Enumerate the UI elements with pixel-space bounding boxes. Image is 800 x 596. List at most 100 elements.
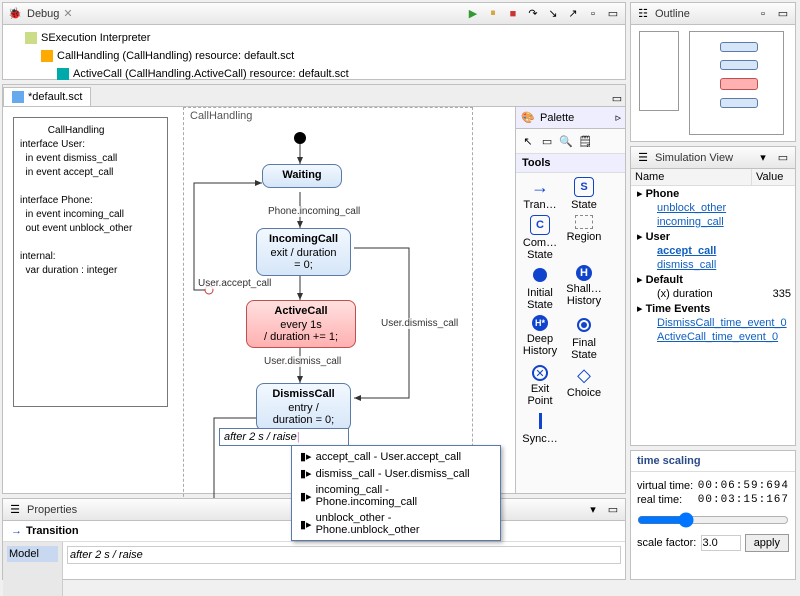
- maximize-icon[interactable]: ▭: [609, 90, 625, 106]
- maximize-icon[interactable]: ▭: [775, 150, 791, 166]
- debug-title: Debug: [27, 8, 59, 20]
- sim-row[interactable]: ▸ Time Events: [631, 301, 795, 316]
- tree-row[interactable]: ActiveCall (CallHandling.ActiveCall) res…: [9, 65, 619, 83]
- pal-shallow[interactable]: HShall… History: [564, 265, 604, 311]
- close-x[interactable]: ✕: [63, 7, 72, 20]
- pal-choice[interactable]: ◇Choice: [564, 365, 604, 407]
- time-title: time scaling: [631, 451, 795, 472]
- col-name: Name: [631, 169, 751, 185]
- pal-region[interactable]: Region: [564, 215, 604, 261]
- h-icon: H: [576, 265, 592, 281]
- file-icon: [12, 91, 24, 103]
- sim-row[interactable]: ▸ User: [631, 229, 795, 244]
- props-body: Model: [3, 542, 625, 596]
- state-waiting[interactable]: Waiting: [262, 164, 342, 188]
- pal-exit[interactable]: ✕Exit Point: [520, 365, 560, 407]
- maximize-icon[interactable]: ▭: [605, 502, 621, 518]
- state-incoming[interactable]: IncomingCall exit / duration = 0;: [256, 228, 351, 276]
- sim-tree[interactable]: ▸ Phoneunblock_otherincoming_call▸ Usera…: [631, 186, 795, 344]
- popup-item[interactable]: ▮▸incoming_call - Phone.incoming_call: [294, 482, 498, 510]
- sim-row[interactable]: (x) duration335: [631, 287, 795, 301]
- marquee-icon[interactable]: ▭: [539, 133, 555, 149]
- pal-deep[interactable]: H*Deep History: [520, 315, 560, 361]
- step-over-icon[interactable]: ↗: [565, 6, 581, 22]
- event-icon: ▮▸: [300, 450, 312, 463]
- menu-icon[interactable]: ▾: [755, 150, 771, 166]
- outline-canvas[interactable]: [631, 25, 795, 141]
- time-scaling-view: time scaling virtual time:00:06:59:694 r…: [630, 450, 796, 580]
- simulation-view: ☰ Simulation View ▾ ▭ Name Value ▸ Phone…: [630, 146, 796, 446]
- transition-label[interactable]: User.dismiss_call: [262, 356, 343, 367]
- props-tabs[interactable]: Model: [3, 542, 63, 596]
- minimize-icon[interactable]: ▫: [755, 6, 771, 22]
- transition-label[interactable]: Phone.incoming_call: [266, 206, 362, 217]
- state-body: exit / duration = 0;: [265, 247, 342, 271]
- pal-sync[interactable]: Sync…: [520, 411, 560, 445]
- initial-state[interactable]: [294, 132, 306, 144]
- hstar-icon: H*: [532, 315, 548, 331]
- editor-tabs: *default.sct ▭: [3, 85, 625, 107]
- tools-header[interactable]: Tools: [516, 154, 625, 173]
- scale-slider[interactable]: [637, 512, 789, 528]
- tree-row[interactable]: CallHandling (CallHandling) resource: de…: [9, 47, 619, 65]
- diagram-canvas[interactable]: CallHandling interface User: in event di…: [3, 107, 625, 493]
- sim-row[interactable]: accept_call: [631, 244, 795, 258]
- pal-initial[interactable]: Initial State: [520, 265, 560, 311]
- debug-tree[interactable]: SExecution Interpreter CallHandling (Cal…: [3, 25, 625, 87]
- select-icon[interactable]: ↖: [520, 133, 536, 149]
- sim-row[interactable]: dismiss_call: [631, 258, 795, 272]
- scale-input[interactable]: [701, 535, 741, 551]
- state-body: entry / duration = 0;: [265, 402, 342, 426]
- resume-icon[interactable]: ▶: [465, 6, 481, 22]
- rt-label: real time:: [637, 494, 682, 506]
- outline-thumb: [639, 31, 679, 111]
- popup-item[interactable]: ▮▸dismiss_call - User.dismiss_call: [294, 465, 498, 482]
- step-icon[interactable]: ↷: [525, 6, 541, 22]
- zoom-icon[interactable]: 🔍: [558, 133, 574, 149]
- maximize-icon[interactable]: ▭: [775, 6, 791, 22]
- palette-items: →Tran… SState CCom… State Region Initial…: [516, 173, 625, 449]
- step-into-icon[interactable]: ↘: [545, 6, 561, 22]
- editor-tab[interactable]: *default.sct: [3, 87, 91, 106]
- resource-icon: [57, 68, 69, 80]
- state-active[interactable]: ActiveCall every 1s / duration += 1;: [246, 300, 356, 348]
- pal-state[interactable]: SState: [564, 177, 604, 211]
- transition-label[interactable]: User.dismiss_call: [379, 318, 460, 329]
- state-dismiss[interactable]: DismissCall entry / duration = 0;: [256, 383, 351, 431]
- palette-header: 🎨 Palette ▹: [516, 107, 625, 129]
- sim-row[interactable]: ActiveCall_time_event_0: [631, 330, 795, 344]
- props-field: [63, 542, 625, 596]
- pal-transition[interactable]: →Tran…: [520, 177, 560, 211]
- state-name: Waiting: [271, 169, 333, 181]
- pause-icon[interactable]: ⏸: [485, 6, 501, 22]
- time-body: virtual time:00:06:59:694 real time:00:0…: [631, 472, 795, 560]
- sim-row[interactable]: unblock_other: [631, 201, 795, 215]
- pal-composite[interactable]: CCom… State: [520, 215, 560, 261]
- popup-item[interactable]: ▮▸unblock_other - Phone.unblock_other: [294, 510, 498, 538]
- stop-icon[interactable]: ■: [505, 6, 521, 22]
- props-tab-model[interactable]: Model: [7, 546, 58, 562]
- pal-final[interactable]: Final State: [564, 315, 604, 361]
- transition-label[interactable]: User.accept_call: [196, 278, 273, 289]
- minimize-icon[interactable]: ▫: [585, 6, 601, 22]
- transition-expr-input[interactable]: [67, 546, 621, 564]
- sync-icon: [530, 411, 550, 431]
- sim-row[interactable]: DismissCall_time_event_0: [631, 316, 795, 330]
- note-icon[interactable]: 🗒: [577, 133, 593, 149]
- tree-row[interactable]: SExecution Interpreter: [9, 29, 619, 47]
- sim-columns: Name Value: [631, 169, 795, 186]
- sim-row[interactable]: incoming_call: [631, 215, 795, 229]
- popup-item[interactable]: ▮▸accept_call - User.accept_call: [294, 448, 498, 465]
- sim-row[interactable]: ▸ Default: [631, 272, 795, 287]
- chevron-icon[interactable]: ▹: [615, 111, 621, 124]
- outline-title: Outline: [655, 8, 690, 20]
- autocomplete-popup[interactable]: ▮▸accept_call - User.accept_call ▮▸dismi…: [291, 445, 501, 541]
- maximize-icon[interactable]: ▭: [605, 6, 621, 22]
- props-section-label: Transition: [26, 525, 79, 537]
- transition-edit-box[interactable]: after 2 s / raise|: [219, 428, 349, 446]
- apply-button[interactable]: apply: [745, 534, 789, 552]
- interface-box[interactable]: CallHandling interface User: in event di…: [13, 117, 168, 407]
- sim-row[interactable]: ▸ Phone: [631, 186, 795, 201]
- menu-icon[interactable]: ▾: [585, 502, 601, 518]
- arrow-icon: →: [530, 177, 550, 197]
